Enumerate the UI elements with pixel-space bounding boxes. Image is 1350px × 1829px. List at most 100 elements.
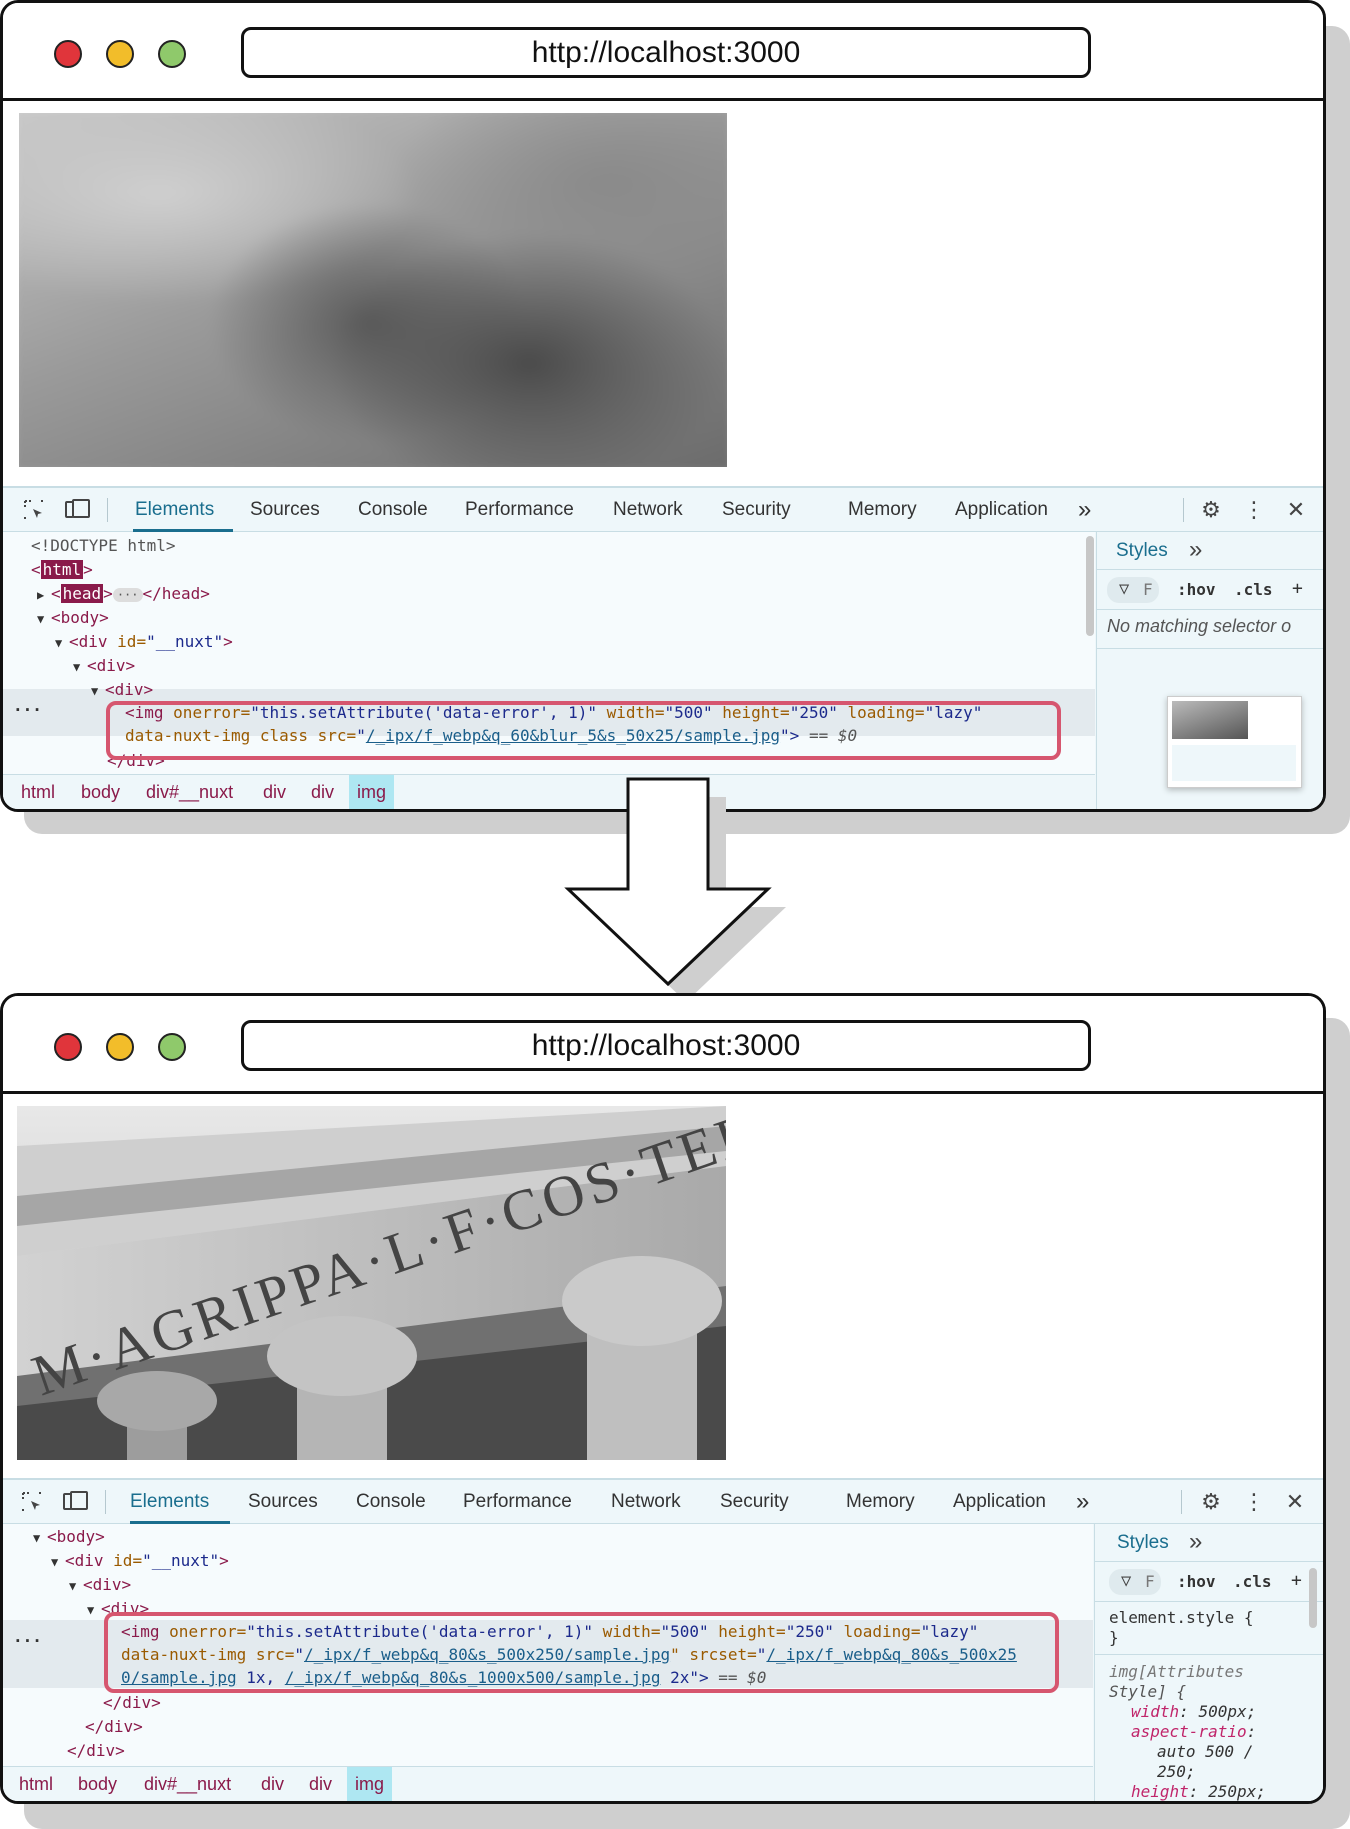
prop-width-value[interactable]: 500px; [1189,1702,1256,1721]
nuxt-div-node[interactable]: <div [65,1551,113,1570]
styles-scrollbar[interactable] [1309,1568,1317,1628]
tab-memory[interactable]: Memory [848,488,917,532]
tab-elements[interactable]: Elements [130,1480,230,1524]
tab-performance[interactable]: Performance [465,488,574,532]
minimize-traffic-light[interactable] [106,40,134,68]
crumb-div[interactable]: div [303,775,342,809]
element-style-rule[interactable]: element.style { [1109,1608,1254,1627]
prop-height-value[interactable]: 250px; [1198,1782,1266,1801]
maximize-traffic-light[interactable] [158,1033,186,1061]
blurred-placeholder-image [19,113,727,467]
body-node[interactable]: <body> [47,1527,105,1546]
id-value: "__nuxt" [146,632,224,651]
nuxt-div-node[interactable]: <div [69,632,117,651]
minimize-traffic-light[interactable] [106,1033,134,1061]
inspect-element-icon[interactable] [19,1489,45,1515]
tab-performance[interactable]: Performance [463,1480,572,1524]
crumb-nuxt[interactable]: div#__nuxt [136,1767,239,1801]
more-tabs-icon[interactable]: » [1076,1480,1089,1524]
crumb-body[interactable]: body [70,1767,125,1801]
bottom-devtools: Elements Sources Console Performance Net… [3,1478,1323,1801]
tab-application[interactable]: Application [955,488,1048,532]
div-node[interactable]: <div> [87,656,135,675]
tab-memory[interactable]: Memory [846,1480,915,1524]
div-node[interactable]: <div> [83,1575,131,1594]
tab-console[interactable]: Console [358,488,428,532]
filter-input[interactable]: F [1143,580,1153,599]
tab-network[interactable]: Network [611,1480,681,1524]
crumb-html[interactable]: html [11,1767,61,1801]
inspect-element-icon[interactable] [21,497,47,523]
prop-aspect-ratio-value[interactable]: auto 500 / [1157,1742,1253,1761]
more-panes-icon[interactable]: » [1189,536,1202,564]
cls-toggle[interactable]: .cls [1234,580,1273,599]
prop-width[interactable]: width [1131,1702,1179,1721]
prop-aspect-ratio[interactable]: aspect-ratio [1131,1722,1247,1741]
styles-pane: Styles » ▽ F :hov .cls + element.style {… [1094,1524,1323,1801]
highlight-box [106,701,1061,760]
settings-gear-icon[interactable]: ⚙ [1198,1489,1224,1515]
new-rule-icon[interactable]: + [1292,578,1303,599]
attr-style-selector-2: Style] { [1109,1682,1187,1701]
bottom-browser-window: http://localhost:3000 M·AGRIPPA·L·F·COS·… [0,993,1326,1804]
prop-height[interactable]: height [1131,1782,1189,1801]
devtools-tabbar: Elements Sources Console Performance Net… [3,488,1323,532]
crumb-nuxt[interactable]: div#__nuxt [138,775,241,809]
tab-security[interactable]: Security [720,1480,789,1524]
maximize-traffic-light[interactable] [158,40,186,68]
crumb-img[interactable]: img [349,775,395,809]
top-devtools: Elements Sources Console Performance Net… [3,486,1323,809]
tab-styles[interactable]: Styles [1116,540,1168,562]
hov-toggle[interactable]: :hov [1177,1572,1216,1591]
doctype-node[interactable]: <!DOCTYPE html> [31,536,176,555]
more-panes-icon[interactable]: » [1189,1528,1202,1556]
tab-application[interactable]: Application [953,1480,1046,1524]
address-bar[interactable]: http://localhost:3000 [241,1020,1091,1071]
element-style-close: } [1109,1628,1119,1647]
breadcrumb: html body div#__nuxt div div img [3,1766,1093,1801]
more-tabs-icon[interactable]: » [1078,488,1091,532]
device-toolbar-icon[interactable] [63,1489,89,1515]
address-bar[interactable]: http://localhost:3000 [241,27,1091,78]
new-rule-icon[interactable]: + [1291,1570,1302,1591]
settings-gear-icon[interactable]: ⚙ [1198,497,1224,523]
tab-network[interactable]: Network [613,488,683,532]
div-close-tag: </div> [85,1717,143,1736]
body-node[interactable]: <body> [51,608,109,627]
crumb-img[interactable]: img [347,1767,393,1801]
tag-close: > [223,632,233,651]
top-browser-window: http://localhost:3000 Elements Sources C… [0,0,1326,812]
highlight-box [104,1612,1059,1693]
crumb-div[interactable]: div [255,775,294,809]
id-value: "__nuxt" [142,1551,220,1570]
tab-sources[interactable]: Sources [248,1480,318,1524]
hov-toggle[interactable]: :hov [1177,580,1216,599]
close-devtools-icon[interactable]: ✕ [1283,497,1309,523]
crumb-html[interactable]: html [13,775,63,809]
devtools-thumbnail [1167,696,1302,788]
dom-scrollbar[interactable] [1086,536,1094,636]
html-node[interactable]: html [40,560,84,579]
close-traffic-light[interactable] [54,1033,82,1061]
tab-elements[interactable]: Elements [133,488,233,532]
tab-styles[interactable]: Styles [1117,1532,1169,1554]
tab-sources[interactable]: Sources [250,488,320,532]
styles-pane: Styles » ▽ F :hov .cls + No matching sel… [1096,532,1323,809]
kebab-menu-icon[interactable]: ⋮ [1241,497,1267,523]
tab-console[interactable]: Console [356,1480,426,1524]
cls-toggle[interactable]: .cls [1233,1572,1272,1591]
crumb-div[interactable]: div [301,1767,340,1801]
kebab-menu-icon[interactable]: ⋮ [1241,1489,1267,1515]
head-node[interactable]: head [60,584,104,603]
top-titlebar: http://localhost:3000 [3,3,1323,101]
prop-aspect-ratio-value-2[interactable]: 250; [1157,1762,1196,1781]
div-node[interactable]: <div> [105,680,153,699]
crumb-div[interactable]: div [253,1767,292,1801]
close-devtools-icon[interactable]: ✕ [1282,1489,1308,1515]
tab-security[interactable]: Security [722,488,791,532]
close-traffic-light[interactable] [54,40,82,68]
filter-input[interactable]: F [1145,1572,1155,1591]
styles-body: No matching selector o [1097,610,1323,809]
crumb-body[interactable]: body [73,775,128,809]
device-toolbar-icon[interactable] [65,497,91,523]
